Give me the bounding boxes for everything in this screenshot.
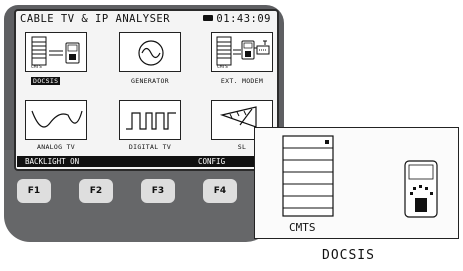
f2-key[interactable]: F2 (79, 179, 113, 203)
menu-label-slm[interactable]: SL (232, 143, 252, 151)
menu-label-ext-modem[interactable]: EXT. MODEM (202, 77, 282, 85)
f3-key[interactable]: F3 (141, 179, 175, 203)
title-bar: CABLE TV & IP ANALYSER 01:43:09 (20, 12, 275, 27)
status-backlight: BACKLIGHT ON (25, 157, 80, 166)
menu-tile-analog-tv[interactable] (25, 100, 87, 140)
zoom-caption: DOCSIS (322, 248, 375, 263)
tile-sublabel: CMTS (31, 65, 42, 70)
menu-tile-docsis[interactable]: CMTS (25, 32, 87, 72)
tile-sublabel: CMTS (217, 65, 228, 70)
menu-label-digital-tv[interactable]: DIGITAL TV (110, 143, 190, 151)
status-config[interactable]: CONFIG (198, 156, 225, 167)
menu-label-generator[interactable]: GENERATOR (110, 77, 190, 85)
menu-label-analog-tv[interactable]: ANALOG TV (16, 143, 96, 151)
menu-label-docsis[interactable]: DOCSIS (31, 77, 61, 85)
menu-tile-digital-tv[interactable] (119, 100, 181, 140)
analog-wave-icon (31, 110, 83, 128)
f1-key[interactable]: F1 (17, 179, 51, 203)
digital-wave-icon (126, 112, 176, 130)
f4-key[interactable]: F4 (203, 179, 237, 203)
clock: 01:43:09 (203, 13, 271, 25)
clock-time: 01:43:09 (216, 13, 271, 25)
menu-tile-ext-modem[interactable]: CMTS (211, 32, 273, 72)
cmts-and-modem-icon (282, 135, 438, 218)
menu-tile-generator[interactable] (119, 32, 181, 72)
battery-icon (203, 15, 214, 21)
app-title: CABLE TV & IP ANALYSER (20, 13, 171, 25)
sine-generator-icon (138, 40, 164, 66)
zoom-cmts-label: CMTS (289, 221, 316, 234)
status-bar: BACKLIGHT ON CONFIG (17, 156, 275, 167)
docsis-zoom-callout: CMTS (254, 127, 459, 239)
